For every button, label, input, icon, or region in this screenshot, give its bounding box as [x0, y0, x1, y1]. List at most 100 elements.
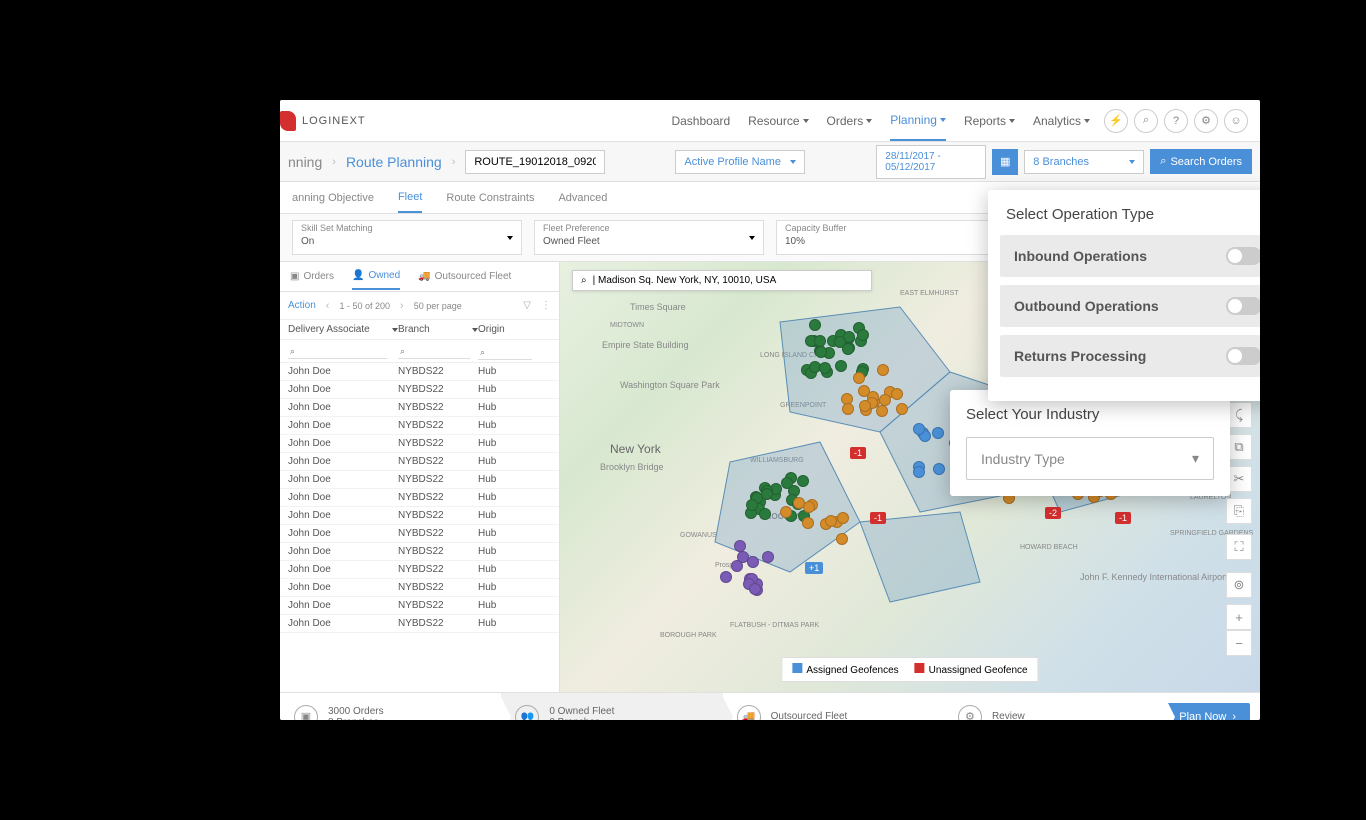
table-row[interactable]: John DoeNYBDS22Hub [280, 597, 559, 615]
step-owned-fleet[interactable]: 👥 0 Owned Fleet0 Branches [501, 693, 722, 720]
map-dot[interactable] [896, 403, 908, 415]
profile-dropdown[interactable]: Active Profile Name [675, 150, 805, 174]
date-range-dropdown[interactable]: 28/11/2017 - 05/12/2017 [876, 145, 986, 179]
table-row[interactable]: John DoeNYBDS22Hub [280, 471, 559, 489]
map-dot[interactable] [891, 388, 903, 400]
help-icon[interactable]: ? [1164, 109, 1188, 133]
map-dot[interactable] [797, 475, 809, 487]
tab-advanced[interactable]: Advanced [558, 184, 607, 212]
filter-icon[interactable]: ▽ [523, 300, 531, 311]
col-origin[interactable]: Origin [478, 324, 505, 335]
filter-associate-input[interactable] [288, 344, 387, 359]
plan-now-button[interactable]: Plan Now› [1165, 703, 1250, 721]
step-outsourced[interactable]: 🚚 Outsourced Fleet [723, 693, 944, 720]
fleet-pref-dropdown[interactable]: Fleet PreferenceOwned Fleet [534, 220, 764, 255]
col-branch[interactable]: Branch [398, 324, 430, 335]
filter-origin-input[interactable] [478, 345, 532, 360]
map-dot[interactable] [932, 427, 944, 439]
calendar-button[interactable]: ▦ [992, 149, 1018, 175]
table-row[interactable]: John DoeNYBDS22Hub [280, 417, 559, 435]
next-page-button[interactable]: › [400, 300, 404, 312]
map-dot[interactable] [879, 394, 891, 406]
table-row[interactable]: John DoeNYBDS22Hub [280, 453, 559, 471]
table-row[interactable]: John DoeNYBDS22Hub [280, 435, 559, 453]
step-review[interactable]: ⚙ Review [944, 693, 1165, 720]
map-copy-icon[interactable]: ⎘ [1226, 498, 1252, 524]
table-row[interactable]: John DoeNYBDS22Hub [280, 579, 559, 597]
map-dot[interactable] [759, 508, 771, 520]
map-dot[interactable] [853, 372, 865, 384]
bolt-icon[interactable]: ⚡ [1104, 109, 1128, 133]
map-locate-icon[interactable]: ⊚ [1226, 572, 1252, 598]
route-id-input[interactable] [465, 150, 605, 174]
breadcrumb-route-planning[interactable]: Route Planning [346, 154, 442, 170]
user-icon[interactable]: ☺ [1224, 109, 1248, 133]
map-dot[interactable] [842, 343, 854, 355]
map-dot[interactable] [877, 364, 889, 376]
map-dot[interactable] [836, 533, 848, 545]
subtab-orders[interactable]: ▣Orders [290, 264, 334, 289]
table-row[interactable]: John DoeNYBDS22Hub [280, 489, 559, 507]
map-search-input[interactable]: ⌕| Madison Sq. New York, NY, 10010, USA [572, 270, 872, 291]
filter-branch-input[interactable] [398, 344, 470, 359]
map-dot[interactable] [749, 583, 761, 595]
table-row[interactable]: John DoeNYBDS22Hub [280, 525, 559, 543]
nav-orders[interactable]: Orders [827, 102, 873, 140]
capacity-buffer-dropdown[interactable]: Capacity Buffer10% [776, 220, 1006, 255]
tab-objective[interactable]: anning Objective [292, 184, 374, 212]
gear-icon[interactable]: ⚙ [1194, 109, 1218, 133]
tab-constraints[interactable]: Route Constraints [446, 184, 534, 212]
breadcrumb-root[interactable]: nning [288, 154, 322, 170]
map-marker[interactable]: -2 [1045, 507, 1061, 519]
map-dot[interactable] [802, 517, 814, 529]
nav-resource[interactable]: Resource [748, 102, 808, 140]
search-icon[interactable]: ⌕ [1134, 109, 1158, 133]
map-marker[interactable]: -1 [850, 447, 866, 459]
table-row[interactable]: John DoeNYBDS22Hub [280, 561, 559, 579]
table-row[interactable]: John DoeNYBDS22Hub [280, 381, 559, 399]
map-dot[interactable] [835, 360, 847, 372]
skill-matching-dropdown[interactable]: Skill Set MatchingOn [292, 220, 522, 255]
map-dot[interactable] [913, 466, 925, 478]
map-marker[interactable]: -1 [870, 512, 886, 524]
inbound-toggle[interactable] [1226, 247, 1260, 265]
map-marker[interactable]: +1 [805, 562, 823, 574]
map-dot[interactable] [815, 346, 827, 358]
step-orders[interactable]: ▣ 3000 Orders8 Branches [280, 693, 501, 720]
map-dot[interactable] [857, 329, 869, 341]
col-delivery-associate[interactable]: Delivery Associate [288, 324, 370, 335]
action-dropdown[interactable]: Action [288, 300, 316, 311]
more-icon[interactable]: ⋮ [541, 300, 551, 311]
table-row[interactable]: John DoeNYBDS22Hub [280, 507, 559, 525]
subtab-outsourced[interactable]: 🚚Outsourced Fleet [418, 264, 511, 289]
nav-reports[interactable]: Reports [964, 102, 1015, 140]
map-dot[interactable] [737, 551, 749, 563]
map-fullscreen-icon[interactable]: ⛶ [1226, 534, 1252, 560]
map-marker[interactable]: -1 [1115, 512, 1131, 524]
map-dot[interactable] [746, 499, 758, 511]
table-row[interactable]: John DoeNYBDS22Hub [280, 399, 559, 417]
map-dot[interactable] [762, 551, 774, 563]
map-dot[interactable] [814, 335, 826, 347]
map-dot[interactable] [876, 405, 888, 417]
table-row[interactable]: John DoeNYBDS22Hub [280, 363, 559, 381]
subtab-owned[interactable]: 👤Owned [352, 263, 400, 290]
returns-toggle[interactable] [1226, 347, 1260, 365]
nav-dashboard[interactable]: Dashboard [671, 102, 730, 140]
industry-dropdown[interactable]: Industry Type ▾ [966, 437, 1214, 480]
outbound-toggle[interactable] [1226, 297, 1260, 315]
zoom-out-button[interactable]: − [1226, 630, 1252, 656]
nav-analytics[interactable]: Analytics [1033, 102, 1090, 140]
zoom-in-button[interactable]: + [1226, 604, 1252, 630]
nav-planning[interactable]: Planning [890, 101, 946, 141]
table-row[interactable]: John DoeNYBDS22Hub [280, 615, 559, 633]
map-dot[interactable] [913, 423, 925, 435]
map-dot[interactable] [819, 362, 831, 374]
map-dot[interactable] [933, 463, 945, 475]
search-orders-button[interactable]: ⌕Search Orders [1150, 149, 1252, 174]
tab-fleet[interactable]: Fleet [398, 183, 422, 213]
branches-dropdown[interactable]: 8 Branches [1024, 150, 1144, 174]
map-dot[interactable] [803, 501, 815, 513]
prev-page-button[interactable]: ‹ [326, 300, 330, 312]
map-dot[interactable] [809, 319, 821, 331]
